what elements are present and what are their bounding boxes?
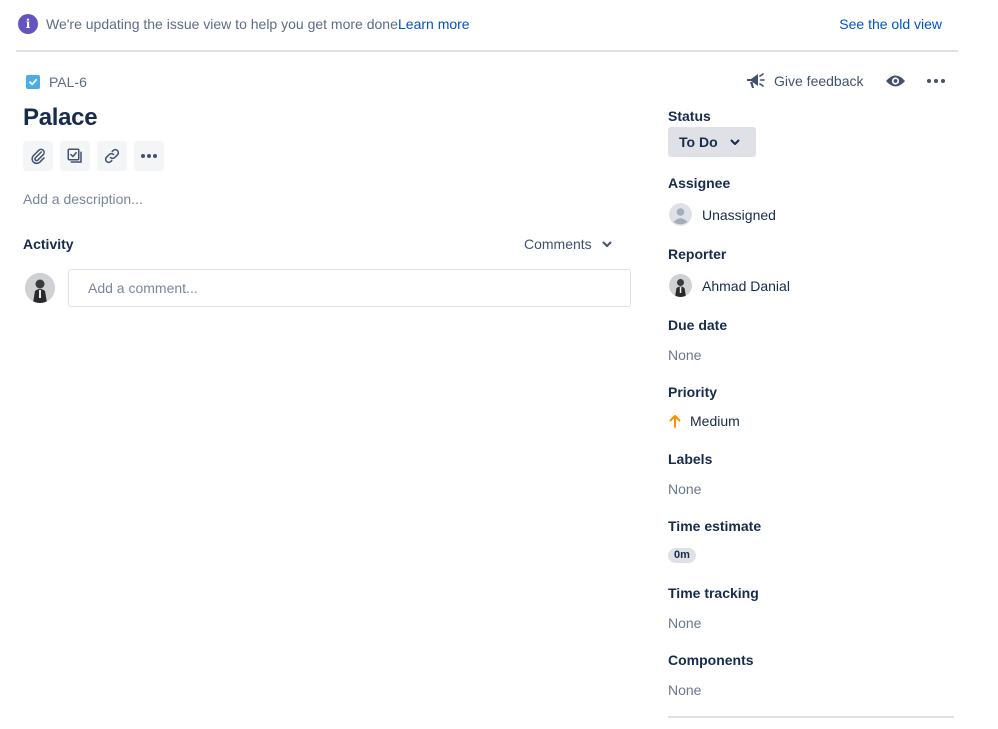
add-comment-input[interactable]	[68, 269, 631, 307]
megaphone-icon	[747, 73, 765, 88]
link-icon	[104, 148, 120, 164]
assignee-field[interactable]: Unassigned	[669, 203, 776, 226]
activity-heading: Activity	[23, 236, 74, 252]
chevron-down-icon	[730, 139, 740, 145]
link-issue-button[interactable]	[97, 141, 127, 171]
due-date-value[interactable]: None	[668, 347, 701, 363]
status-label: Status	[668, 108, 711, 124]
subtask-icon	[67, 148, 82, 163]
components-label: Components	[668, 652, 754, 668]
task-checkbox-icon[interactable]	[26, 75, 40, 89]
more-icon	[141, 154, 157, 158]
give-feedback-button[interactable]: Give feedback	[745, 72, 864, 90]
learn-more-link[interactable]: Learn more	[398, 16, 470, 32]
eye-icon	[886, 75, 905, 87]
components-value[interactable]: None	[668, 682, 701, 698]
time-tracking-label: Time tracking	[668, 585, 759, 601]
labels-label: Labels	[668, 451, 713, 467]
arrow-up-icon	[669, 415, 681, 428]
status-value: To Do	[679, 134, 718, 150]
description-field[interactable]: Add a description...	[23, 191, 143, 207]
activity-filter-dropdown[interactable]: Comments	[524, 236, 612, 252]
banner-message: We're updating the issue view to help yo…	[46, 16, 402, 32]
priority-label: Priority	[668, 384, 718, 400]
time-tracking-value[interactable]: None	[668, 615, 701, 631]
divider	[668, 716, 954, 718]
current-user-avatar	[25, 273, 55, 303]
reporter-field[interactable]: Ahmad Danial	[669, 274, 790, 297]
due-date-label: Due date	[668, 317, 728, 333]
attach-button[interactable]	[23, 141, 53, 171]
more-icon	[927, 79, 945, 83]
priority-value: Medium	[690, 413, 740, 429]
assignee-label: Assignee	[668, 175, 731, 191]
paperclip-icon	[31, 148, 45, 165]
activity-filter-label: Comments	[524, 236, 592, 252]
reporter-label: Reporter	[668, 246, 727, 262]
create-subtask-button[interactable]	[60, 141, 90, 171]
info-banner: i We're updating the issue view to help …	[16, 0, 958, 52]
chevron-down-icon	[602, 241, 612, 247]
reporter-avatar	[669, 274, 692, 297]
unassigned-avatar-icon	[669, 203, 692, 226]
status-dropdown[interactable]: To Do	[668, 127, 756, 157]
issue-key-link[interactable]: PAL-6	[49, 74, 87, 90]
issue-title[interactable]: Palace	[23, 104, 98, 132]
time-estimate-value[interactable]: 0m	[668, 548, 696, 563]
reporter-value: Ahmad Danial	[702, 277, 790, 294]
info-icon: i	[18, 14, 38, 34]
priority-field[interactable]: Medium	[669, 413, 740, 429]
assignee-value: Unassigned	[702, 206, 776, 223]
time-estimate-label: Time estimate	[668, 518, 762, 534]
more-actions-button[interactable]	[134, 141, 164, 171]
watch-button[interactable]	[885, 73, 906, 94]
see-old-view-link[interactable]: See the old view	[839, 16, 942, 32]
more-options-button[interactable]	[926, 73, 946, 94]
issue-toolbar	[23, 141, 164, 171]
labels-value[interactable]: None	[668, 481, 701, 497]
give-feedback-label: Give feedback	[774, 73, 864, 89]
